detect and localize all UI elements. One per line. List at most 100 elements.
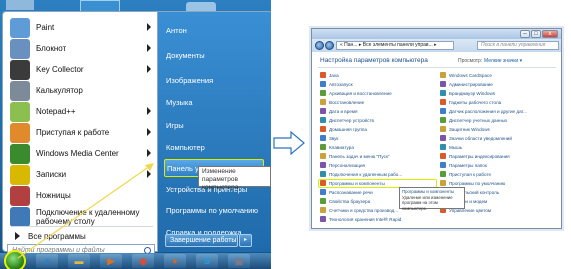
tooltip-text: Изменение параметров компьютера. [202, 168, 241, 191]
item-tooltip-title: Программы и компоненты [402, 189, 455, 194]
control-panel-item[interactable]: Приступая к работе [440, 170, 491, 178]
start-place-item[interactable]: Антон [164, 21, 264, 39]
control-panel-item[interactable]: Дата и время [320, 107, 358, 115]
control-panel-item[interactable]: Гаджеты рабочего стола [440, 98, 501, 106]
control-panel-item-label: Датчик расположения и другие дат... [449, 108, 527, 114]
control-panel-item-icon [320, 117, 326, 123]
control-panel-item[interactable]: Панель задач и меню "Пуск" [320, 152, 390, 160]
control-panel-item[interactable]: Программы по умолчанию [440, 179, 505, 187]
separator [11, 226, 153, 227]
media-player-icon[interactable]: ▶ [100, 254, 122, 268]
control-panel-item[interactable]: Подключения к удаленным рабо... [320, 170, 402, 178]
control-panel-item-label: Счетчики и средства производ... [329, 207, 399, 213]
control-panel-item[interactable]: Автозапуск [320, 80, 353, 88]
skype-icon[interactable]: S [196, 254, 218, 268]
control-panel-window: – □ x « Пан... ▸ Все элементы панели упр… [311, 28, 562, 229]
minimize-button[interactable]: – [520, 30, 530, 38]
shutdown-options-button[interactable]: ▸ [239, 234, 252, 247]
control-panel-item-label: Гаджеты рабочего стола [449, 99, 502, 105]
control-panel-item-icon [440, 153, 446, 159]
app-icon[interactable]: ▣ [228, 254, 250, 268]
item-tooltip: Программы и компоненты Удаление или изме… [399, 187, 465, 211]
control-panel-item-label: Клавиатура [329, 144, 354, 150]
submenu-arrow-icon [147, 128, 151, 136]
start-place-item[interactable]: Игры [164, 116, 264, 134]
control-panel-item-icon [440, 171, 446, 177]
control-panel-item[interactable]: Параметры папок [440, 161, 487, 169]
all-programs-button[interactable]: Все программы [11, 229, 151, 243]
program-label: Paint [36, 23, 55, 32]
program-label: Ножницы [36, 191, 71, 200]
control-panel-item-icon [440, 180, 446, 186]
start-menu-places: Антон Документы Изображения Музыка Игры Компь… [158, 11, 271, 252]
control-panel-item[interactable]: Администрирование [440, 80, 493, 88]
start-place-item[interactable]: Программы по умолчанию [164, 201, 264, 219]
control-panel-search-input[interactable]: Поиск в панели управления [477, 41, 559, 50]
control-panel-item[interactable]: Windows CardSpace [440, 71, 492, 79]
maximize-button[interactable]: □ [531, 30, 541, 38]
control-panel-item-label: Звук [329, 135, 339, 141]
address-field[interactable]: « Пан... ▸ Все элементы панели управ... … [336, 41, 454, 50]
control-panel-item-icon [320, 153, 326, 159]
control-panel-item[interactable]: Персонализация [320, 161, 365, 169]
control-panel-item-label: Администрирование [449, 81, 493, 87]
control-panel-item[interactable]: Мышь [440, 143, 462, 151]
control-panel-item[interactable]: Защитник Windows [440, 125, 490, 133]
firefox-icon[interactable]: ● [164, 254, 186, 268]
control-panel-item-label: Дата и время [329, 108, 358, 114]
control-panel-item[interactable]: Технология хранения Intel® Rapid [320, 215, 401, 223]
control-panel-item[interactable]: Свойства браузера [320, 197, 370, 205]
ie-icon[interactable]: e [36, 254, 58, 268]
start-place-item[interactable]: Компьютер [164, 138, 264, 156]
control-panel-item[interactable]: Диспетчер учетных данных [440, 116, 507, 124]
view-label: Просмотр: [458, 58, 483, 64]
control-panel-item-icon [320, 126, 326, 132]
start-place-item[interactable]: Изображения [164, 71, 264, 89]
program-label: Приступая к работе [36, 128, 110, 137]
submenu-arrow-icon [147, 65, 151, 73]
view-mode-dropdown[interactable]: Мелкие значки ▾ [484, 58, 522, 64]
screenshot: Paint Блокнот Key Collector Калькулятор Note… [0, 0, 571, 269]
control-panel-item[interactable]: Брандмауэр Windows [440, 89, 495, 97]
start-orb-button[interactable] [4, 250, 26, 269]
control-panel-item-label: Диспетчер учетных данных [449, 117, 508, 123]
control-panel-item-icon [440, 144, 446, 150]
close-button[interactable]: x [542, 30, 558, 38]
control-panel-item[interactable]: Домашняя группа [320, 125, 367, 133]
start-place-item[interactable]: Музыка [164, 93, 264, 111]
control-panel-item[interactable]: Датчик расположения и другие дат... [440, 107, 527, 115]
control-panel-item[interactable]: Значки области уведомлений [440, 134, 512, 142]
chrome-icon[interactable]: ◉ [132, 254, 154, 268]
control-panel-item-icon [440, 135, 446, 141]
forward-icon[interactable] [325, 41, 334, 50]
control-panel-item-label: Windows CardSpace [449, 72, 492, 78]
control-panel-item[interactable]: Распознавание речи [320, 188, 373, 196]
shutdown-label: Завершение работы [170, 237, 237, 244]
control-panel-item-label: Java [329, 72, 339, 78]
remote-desktop-icon [10, 206, 30, 227]
shutdown-button[interactable]: Завершение работы [165, 234, 238, 247]
start-place-item[interactable]: Документы [164, 46, 264, 64]
folder-icon[interactable]: ▬ [68, 254, 90, 268]
back-icon[interactable] [315, 41, 324, 50]
control-panel-item[interactable]: Восстановление [320, 98, 364, 106]
tooltip: Изменение параметров компьютера. [198, 166, 271, 191]
control-panel-item-label: Параметры индексирования [449, 153, 510, 159]
control-panel-item-label: Диспетчер устройств [329, 117, 374, 123]
address-text: « Пан... ▸ Все элементы панели управ... … [340, 42, 437, 48]
control-panel-item[interactable]: Звук [320, 134, 338, 142]
control-panel-item[interactable]: Клавиатура [320, 143, 354, 151]
control-panel-item-icon [320, 198, 326, 204]
control-panel-item[interactable]: Счетчики и средства производ... [320, 206, 398, 214]
control-panel-item[interactable]: Диспетчер устройств [320, 116, 374, 124]
submenu-arrow-icon [147, 149, 151, 157]
control-panel-item-icon [440, 117, 446, 123]
control-panel-item-icon [440, 72, 446, 78]
control-panel-item[interactable]: Java [320, 71, 339, 79]
control-panel-item-label: Параметры папок [449, 162, 487, 168]
triangle-right-icon [15, 232, 20, 240]
control-panel-item[interactable]: Параметры индексирования [440, 152, 510, 160]
control-panel-item[interactable]: Архивация и восстановление [320, 89, 392, 97]
control-panel-item-label: Приступая к работе [449, 171, 492, 177]
control-panel-item-icon [320, 171, 326, 177]
